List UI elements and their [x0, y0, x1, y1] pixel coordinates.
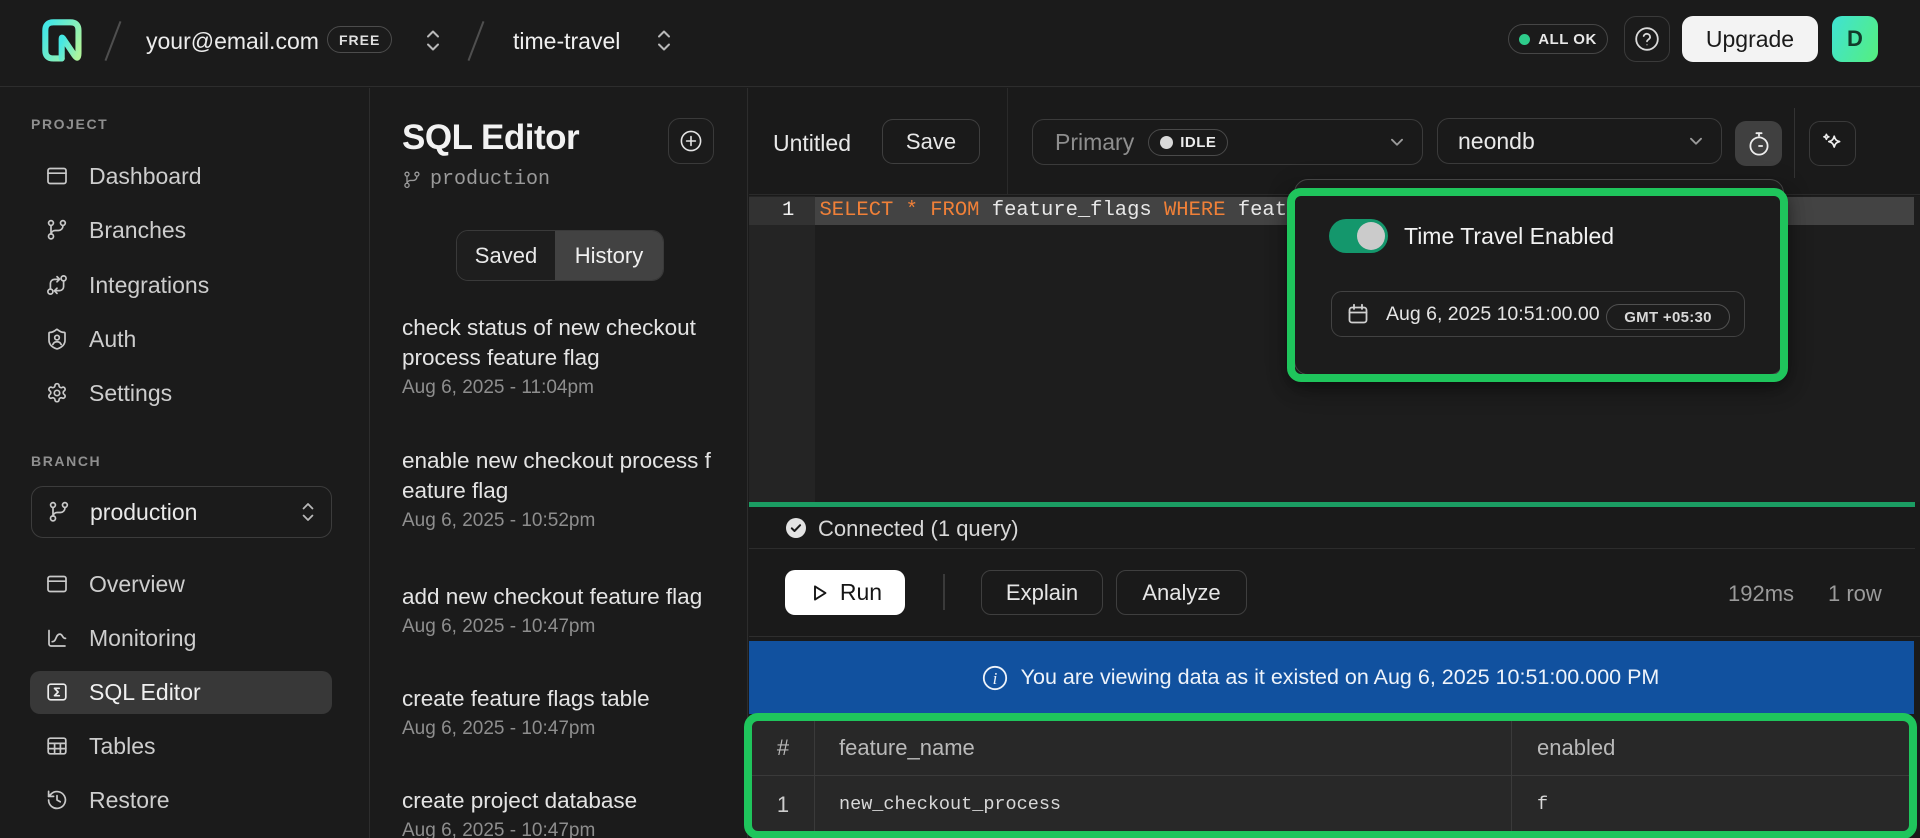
svg-text:i: i [992, 669, 997, 688]
